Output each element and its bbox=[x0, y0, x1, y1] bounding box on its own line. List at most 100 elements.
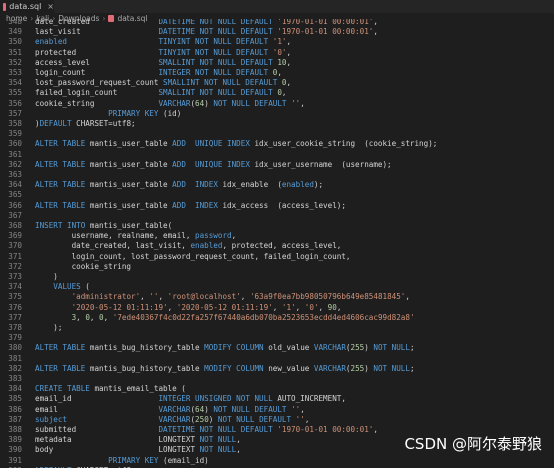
code-token: mantis_bug_history_table bbox=[89, 363, 205, 373]
code-token: idx_access (access_level); bbox=[222, 200, 346, 210]
code-token: NOT NULL DEFAULT bbox=[213, 404, 292, 414]
code-token: ); bbox=[313, 180, 324, 190]
code-editor[interactable]: 348 date_created DATETIME NOT NULL DEFAUL… bbox=[0, 19, 554, 468]
code-token: mantis_user_table bbox=[89, 200, 173, 210]
code-token: enabled bbox=[190, 241, 223, 251]
code-token: '1970-01-01 00:00:01' bbox=[277, 27, 374, 37]
code-token: , bbox=[76, 312, 86, 322]
code-token: (email_id) bbox=[163, 455, 209, 465]
code-token: INTEGER NOT NULL DEFAULT bbox=[158, 68, 273, 77]
code-token: login_count bbox=[35, 68, 159, 77]
line-code: 3, 0, 0, '7ede40367f4c0d22fa257f67440a6d… bbox=[35, 312, 415, 323]
code-token: VARCHAR bbox=[313, 343, 346, 353]
code-token: idx_user_cookie_string (cookie_string); bbox=[254, 139, 438, 149]
code-token: , bbox=[304, 414, 310, 424]
code-token: , bbox=[140, 292, 150, 302]
watermark: CSDN @阿尔泰野狼 bbox=[404, 435, 542, 453]
code-token: VARCHAR bbox=[158, 404, 191, 414]
code-token: ) bbox=[208, 414, 218, 424]
code-token: , bbox=[373, 27, 378, 37]
code-token: NOT NULL bbox=[199, 445, 237, 455]
code-token: , protected, access_level, bbox=[222, 241, 342, 251]
code-token: ) bbox=[204, 404, 214, 414]
code-token: cookie_string bbox=[35, 98, 159, 108]
code-token: , bbox=[277, 68, 282, 77]
code-token: CHARSET=utf8; bbox=[76, 119, 136, 128]
code-token: ALTER TABLE bbox=[35, 363, 90, 373]
code-token: '2020-05-12 01:11:19' bbox=[176, 302, 273, 312]
code-token: SMALLINT NOT NULL DEFAULT bbox=[158, 57, 278, 67]
code-token: ) bbox=[364, 343, 374, 353]
code-token: CREATE TABLE bbox=[35, 384, 95, 394]
code-token: '' bbox=[291, 98, 301, 108]
code-token: INTEGER UNSIGNED NOT NULL bbox=[158, 394, 278, 404]
code-token: mantis_user_table bbox=[89, 159, 173, 169]
code-token: , bbox=[236, 445, 241, 455]
code-token: , bbox=[300, 404, 305, 414]
tab-data-sql[interactable]: data.sql × bbox=[0, 0, 54, 13]
code-token: 90 bbox=[327, 302, 337, 312]
code-token: VARCHAR bbox=[158, 414, 191, 424]
code-token: login_count, lost_password_request_count… bbox=[35, 251, 351, 261]
code-token: NOT NULL bbox=[199, 435, 237, 445]
code-token: mantis_bug_history_table bbox=[89, 343, 205, 353]
code-token: failed_login_count bbox=[35, 88, 159, 98]
code-token: VALUES bbox=[53, 282, 81, 292]
code-token: ADD UNIQUE INDEX bbox=[172, 159, 255, 169]
code-token: date_created, last_visit, bbox=[35, 241, 191, 251]
code-token: 255 bbox=[350, 363, 365, 373]
code-token: submitted bbox=[35, 425, 159, 434]
code-token: 'root@localhost' bbox=[167, 292, 241, 302]
code-token: ALTER TABLE bbox=[35, 343, 90, 353]
line-code: ); bbox=[35, 322, 62, 333]
code-token: cookie_string bbox=[35, 261, 132, 271]
line-code: ALTER TABLE mantis_user_table ADD UNIQUE… bbox=[35, 138, 437, 149]
line-code: ALTER TABLE mantis_user_table ADD INDEX … bbox=[35, 179, 323, 190]
code-token: VARCHAR bbox=[313, 363, 346, 373]
code-token: ADD INDEX bbox=[172, 180, 223, 190]
line-code: )DEFAULT CHARSET=utf8; bbox=[35, 118, 136, 129]
code-token: , bbox=[405, 292, 410, 302]
code-token: , bbox=[240, 292, 250, 302]
code-token: '0' bbox=[304, 302, 319, 312]
code-token: NOT NULL bbox=[373, 363, 410, 373]
code-token: mantis_user_table bbox=[89, 180, 173, 190]
code-token: MODIFY COLUMN bbox=[204, 343, 269, 353]
code-token: TINYINT NOT NULL DEFAULT bbox=[158, 47, 273, 57]
code-token: mantis_user_table bbox=[89, 139, 173, 149]
code-token: '1' bbox=[272, 37, 287, 47]
code-token: '' bbox=[295, 414, 305, 424]
code-token: , bbox=[158, 292, 168, 302]
code-token: , bbox=[272, 302, 282, 312]
code-token: , bbox=[286, 57, 292, 67]
code-token: NOT NULL DEFAULT bbox=[217, 414, 296, 424]
code-token: '' bbox=[291, 404, 301, 414]
code-token: DATETIME NOT NULL DEFAULT bbox=[158, 425, 278, 434]
close-icon[interactable]: × bbox=[47, 2, 54, 11]
code-token: ADD INDEX bbox=[172, 200, 223, 210]
code-token: idx_enable ( bbox=[222, 180, 282, 190]
code-token: password bbox=[195, 231, 232, 241]
code-token: , bbox=[236, 435, 241, 445]
code-token: VARCHAR bbox=[158, 98, 191, 108]
code-token: INSERT INTO bbox=[35, 221, 90, 230]
code-token: '63a9f0ea7bb98050796b649e85481845' bbox=[249, 292, 406, 302]
code-token: username, realname, email, bbox=[35, 231, 196, 241]
sql-file-icon bbox=[3, 2, 7, 11]
code-token: 250 bbox=[195, 414, 209, 424]
code-token: '1' bbox=[281, 302, 296, 312]
code-token: mantis_email_table ( bbox=[94, 384, 186, 394]
code-token: 64 bbox=[195, 404, 205, 414]
code-token: subject bbox=[35, 414, 159, 424]
code-token: , bbox=[318, 302, 328, 312]
tab-bar: data.sql × bbox=[0, 0, 554, 13]
code-token: , bbox=[300, 98, 305, 108]
code-token: (id) bbox=[163, 108, 182, 118]
code-token: enabled bbox=[281, 180, 314, 190]
code-token: , bbox=[336, 302, 342, 312]
code-token: '7ede40367f4c0d22fa257f67440a6db070ba252… bbox=[112, 312, 415, 322]
